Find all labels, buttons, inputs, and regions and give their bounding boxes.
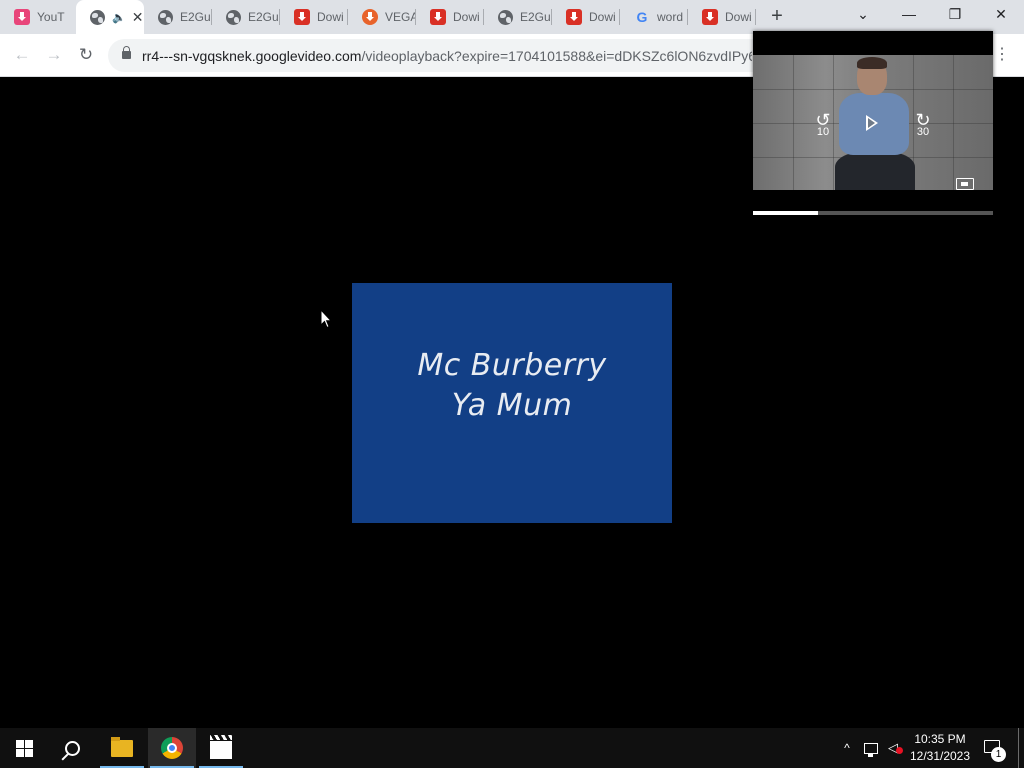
clock-date: 12/31/2023 bbox=[909, 749, 971, 763]
url-path: /videoplayback?expire=1704101588&ei=dDKS… bbox=[361, 48, 752, 64]
network-icon bbox=[864, 742, 878, 757]
minimize-button[interactable]: — bbox=[886, 0, 932, 30]
muted-badge-icon bbox=[896, 747, 903, 754]
forward-icon: ↻ bbox=[915, 110, 931, 130]
video-player-taskbar-button[interactable] bbox=[197, 728, 245, 768]
youtube-download-icon bbox=[14, 9, 30, 25]
tab-e2gu-2[interactable]: E2Gu bbox=[212, 0, 280, 34]
video-player[interactable]: Mc Burberry Ya Mum bbox=[352, 283, 672, 523]
tab-download-1[interactable]: Dowi bbox=[280, 0, 348, 34]
tab-google-search[interactable]: G word bbox=[620, 0, 688, 34]
forward-button[interactable]: → bbox=[42, 43, 66, 67]
show-desktop-button[interactable] bbox=[1018, 728, 1019, 768]
close-window-button[interactable]: ✕ bbox=[978, 0, 1024, 30]
download-icon bbox=[702, 9, 718, 25]
tab-title: E2Gu bbox=[520, 10, 550, 24]
tab-e2gu-3[interactable]: E2Gu bbox=[484, 0, 552, 34]
tab-active-video[interactable]: 🔈 ✕ bbox=[76, 0, 144, 34]
chevron-up-icon: ^ bbox=[844, 741, 850, 755]
file-explorer-button[interactable] bbox=[98, 728, 146, 768]
new-tab-button[interactable]: + bbox=[766, 5, 788, 27]
rewind-icon: ↺ bbox=[815, 110, 831, 130]
pip-rewind-button[interactable]: ↺ 10 bbox=[808, 110, 838, 139]
tab-strip: YouT 🔈 ✕ E2Gu E2Gu Dowi VEGA Dowi E2Gu D… bbox=[0, 0, 1024, 34]
pip-forward-label: 30 bbox=[916, 126, 930, 138]
video-title-line-2: Ya Mum bbox=[451, 388, 573, 423]
tab-download-3[interactable]: Dowi bbox=[552, 0, 620, 34]
globe-icon bbox=[226, 9, 241, 25]
tab-search-button[interactable]: ⌄ bbox=[840, 0, 886, 30]
tab-title: VEGA bbox=[385, 10, 415, 24]
clapperboard-icon bbox=[210, 734, 232, 759]
back-button[interactable]: ← bbox=[10, 43, 34, 67]
tab-title: Dowi bbox=[453, 10, 480, 24]
chrome-taskbar-button[interactable] bbox=[148, 728, 196, 768]
lock-icon[interactable] bbox=[122, 46, 131, 59]
download-icon bbox=[430, 9, 446, 25]
start-button[interactable] bbox=[0, 728, 48, 768]
folder-icon bbox=[111, 736, 133, 757]
tab-vega[interactable]: VEGA bbox=[348, 0, 416, 34]
tab-download-2[interactable]: Dowi bbox=[416, 0, 484, 34]
tab-title: Dowi bbox=[317, 10, 344, 24]
tab-title: word bbox=[657, 10, 684, 24]
windows-icon bbox=[15, 739, 33, 757]
tab-title: Dowi bbox=[589, 10, 616, 24]
pip-progress-bar[interactable] bbox=[753, 211, 993, 215]
pip-forward-button[interactable]: ↻ 30 bbox=[908, 110, 938, 139]
globe-icon bbox=[90, 9, 105, 25]
orange-download-icon bbox=[362, 9, 378, 25]
tab-title: E2Gu bbox=[248, 10, 278, 24]
pip-play-icon[interactable] bbox=[866, 115, 878, 131]
url-host: rr4---sn-vgqsknek.googlevideo.com bbox=[142, 48, 362, 64]
clock-time: 10:35 PM bbox=[914, 732, 966, 746]
google-icon: G bbox=[636, 9, 648, 25]
tab-title: YouT bbox=[37, 10, 65, 24]
pip-progress-fill bbox=[753, 211, 818, 215]
show-hidden-icons-button[interactable]: ^ bbox=[838, 728, 856, 768]
search-icon bbox=[64, 740, 80, 756]
globe-icon bbox=[498, 9, 513, 25]
download-icon bbox=[294, 9, 310, 25]
pip-rewind-label: 10 bbox=[816, 126, 830, 138]
notification-count-badge: 1 bbox=[991, 747, 1006, 762]
download-icon bbox=[566, 9, 582, 25]
globe-icon bbox=[158, 9, 173, 25]
network-tray-button[interactable] bbox=[862, 728, 880, 768]
tab-title: Dowi bbox=[725, 10, 752, 24]
picture-in-picture-window[interactable]: ↺ 10 ↻ 30 bbox=[753, 31, 993, 215]
back-to-tab-icon[interactable] bbox=[956, 178, 974, 190]
tab-download-4[interactable]: Dowi bbox=[688, 0, 756, 34]
windows-taskbar: ^ ◁ 10:35 PM 12/31/2023 1 bbox=[0, 728, 1024, 768]
tab-e2gu-1[interactable]: E2Gu bbox=[144, 0, 212, 34]
search-button[interactable] bbox=[48, 728, 96, 768]
clock[interactable]: 10:35 PM 12/31/2023 bbox=[906, 731, 974, 765]
tab-title: E2Gu bbox=[180, 10, 210, 24]
chrome-menu-button[interactable]: ⋮ bbox=[994, 43, 1010, 67]
reload-button[interactable]: ↻ bbox=[74, 43, 98, 67]
audio-playing-icon[interactable]: 🔈 bbox=[112, 11, 126, 24]
tab-youtube[interactable]: YouT bbox=[0, 0, 78, 34]
video-title-line-1: Mc Burberry bbox=[417, 348, 607, 383]
chrome-icon bbox=[161, 737, 183, 759]
restore-button[interactable]: ❐ bbox=[932, 0, 978, 30]
url-text[interactable]: rr4---sn-vgqsknek.googlevideo.com/videop… bbox=[142, 48, 752, 64]
close-tab-icon[interactable]: ✕ bbox=[132, 9, 144, 26]
